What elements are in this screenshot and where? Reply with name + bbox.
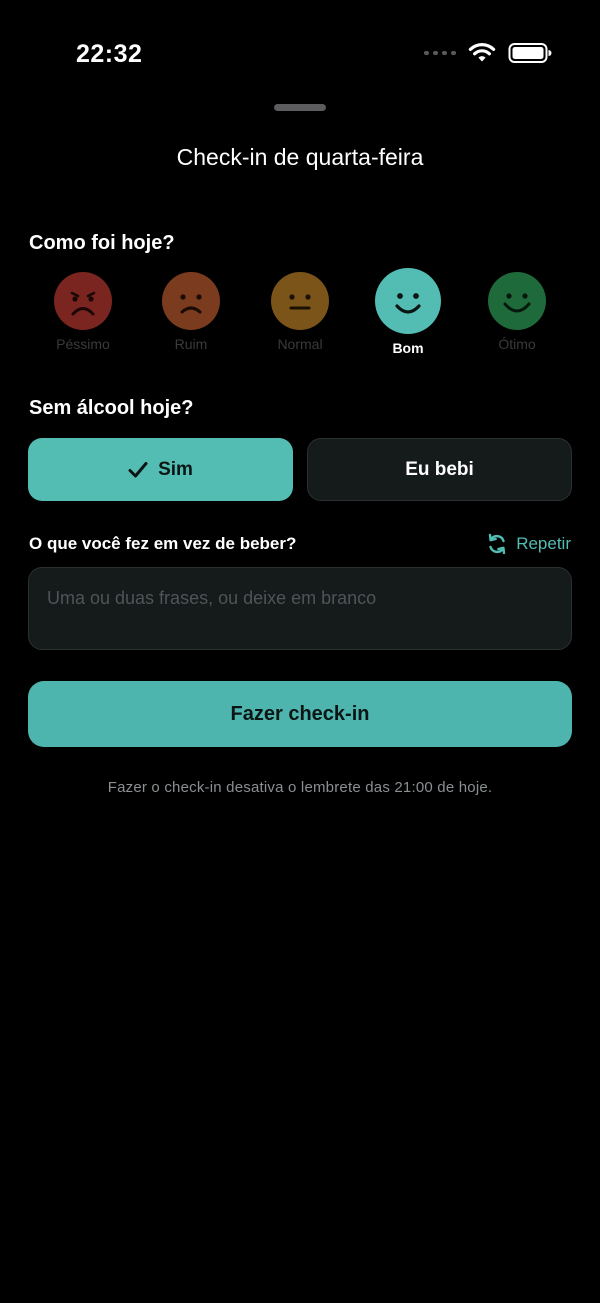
wifi-icon: [468, 42, 496, 64]
mood-option-bom[interactable]: Bom: [353, 268, 463, 356]
sheet-title: Check-in de quarta-feira: [176, 144, 424, 170]
instead-text-field[interactable]: Uma ou duas frases, ou deixe em branco: [28, 567, 572, 650]
mood-selector: Péssimo Ruim Normal Bom Ótimo: [28, 268, 572, 368]
sad-face-icon: [162, 272, 220, 330]
status-bar: 22:32: [0, 0, 600, 100]
status-time: 22:32: [76, 40, 143, 68]
repeat-button[interactable]: Repetir: [487, 533, 571, 555]
mood-label: Ruim: [174, 336, 208, 352]
status-icons: [424, 42, 552, 64]
instead-placeholder: Uma ou duas frases, ou deixe em branco: [47, 588, 377, 608]
check-in-button[interactable]: Fazer check-in: [28, 681, 572, 747]
reminder-footnote: Fazer o check-in desativa o lembrete das…: [107, 779, 493, 796]
alcohol-question: Sem álcool hoje?: [29, 397, 194, 419]
drank-label: Eu bebi: [405, 458, 474, 480]
drank-button[interactable]: Eu bebi: [307, 438, 572, 501]
mood-option-normal[interactable]: Normal: [245, 272, 355, 352]
repeat-label: Repetir: [516, 534, 571, 553]
sheet-grabber[interactable]: [274, 104, 326, 111]
cellular-signal-icon: [424, 51, 456, 55]
happy-face-icon: [375, 268, 441, 334]
mood-label: Normal: [277, 336, 323, 352]
mood-option-ruim[interactable]: Ruim: [136, 272, 246, 352]
alcohol-free-yes-label: Sim: [158, 458, 193, 480]
mood-label: Ótimo: [498, 336, 536, 352]
checkmark-icon: [128, 461, 148, 479]
mood-label: Bom: [392, 340, 424, 356]
check-in-label: Fazer check-in: [230, 702, 370, 725]
mood-option-pessimo[interactable]: Péssimo: [28, 272, 138, 352]
very-happy-face-icon: [488, 272, 546, 330]
very-sad-face-icon: [54, 272, 112, 330]
refresh-icon: [488, 533, 506, 555]
mood-label: Péssimo: [56, 336, 110, 352]
mood-question: Como foi hoje?: [29, 232, 175, 254]
instead-question: O que você fez em vez de beber?: [29, 534, 297, 553]
alcohol-free-yes-button[interactable]: Sim: [28, 438, 293, 501]
battery-icon: [508, 42, 552, 64]
mood-option-otimo[interactable]: Ótimo: [462, 272, 572, 352]
neutral-face-icon: [271, 272, 329, 330]
